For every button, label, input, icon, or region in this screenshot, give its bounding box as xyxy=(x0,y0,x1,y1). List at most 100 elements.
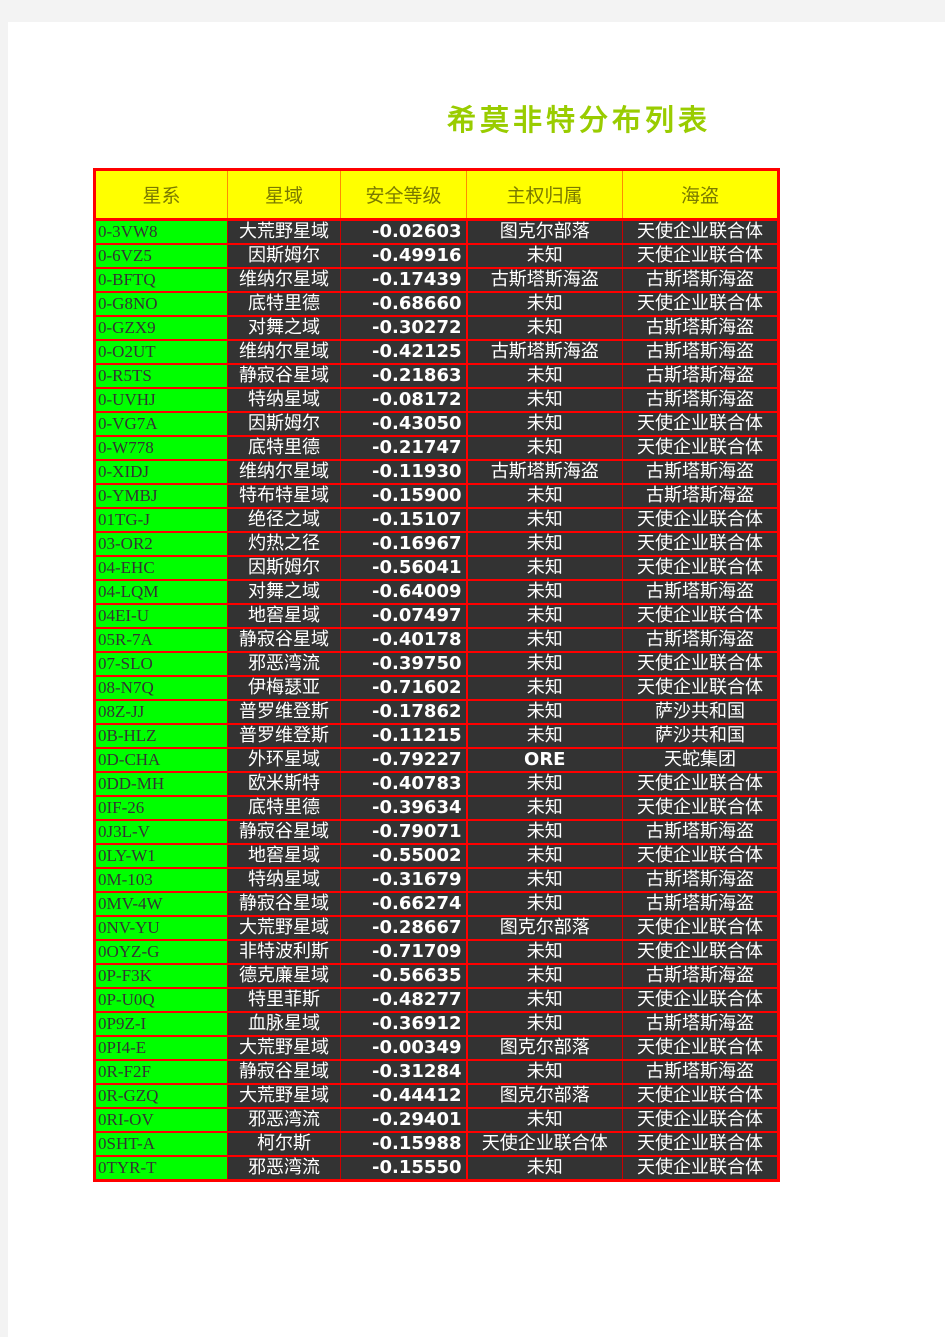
pirate-faction-cell: 天使企业联合体 xyxy=(622,796,779,821)
pirate-faction-cell: 天使企业联合体 xyxy=(622,1132,779,1157)
sovereignty-cell: 图克尔部落 xyxy=(466,1036,623,1061)
security-status-cell: -0.31284 xyxy=(340,1060,468,1085)
sovereignty-cell: 未知 xyxy=(466,628,623,653)
table-row: 0DD-MH 欧米斯特 -0.40783 未知 天使企业联合体 xyxy=(94,772,779,797)
table-row: 0-XIDJ 维纳尔星域 -0.11930 古斯塔斯海盗 古斯塔斯海盗 xyxy=(94,460,779,485)
security-status-cell: -0.79071 xyxy=(340,820,468,845)
system-cell: 0SHT-A xyxy=(94,1132,228,1157)
column-header-system: 星系 xyxy=(94,169,228,221)
region-cell: 伊梅瑟亚 xyxy=(227,676,341,701)
system-cell: 0R-GZQ xyxy=(94,1084,228,1109)
security-status-cell: -0.15900 xyxy=(340,484,468,509)
system-cell: 0RI-OV xyxy=(94,1108,228,1133)
security-status-cell: -0.66274 xyxy=(340,892,468,917)
system-cell: 0B-HLZ xyxy=(94,724,228,749)
table-row: 0-3VW8 大荒野星域 -0.02603 图克尔部落 天使企业联合体 xyxy=(94,219,779,245)
sovereignty-cell: 未知 xyxy=(466,796,623,821)
pirate-faction-cell: 天使企业联合体 xyxy=(622,916,779,941)
system-cell: 0J3L-V xyxy=(94,820,228,845)
security-status-cell: -0.21747 xyxy=(340,436,468,461)
security-status-cell: -0.15550 xyxy=(340,1156,468,1181)
security-status-cell: -0.71602 xyxy=(340,676,468,701)
system-cell: 0M-103 xyxy=(94,868,228,893)
table-row: 0-YMBJ 特布特星域 -0.15900 未知 古斯塔斯海盗 xyxy=(94,484,779,509)
sovereignty-cell: 未知 xyxy=(466,844,623,869)
system-cell: 0PI4-E xyxy=(94,1036,228,1061)
pirate-faction-cell: 天使企业联合体 xyxy=(622,219,779,245)
sovereignty-cell: 图克尔部落 xyxy=(466,219,623,245)
pirate-faction-cell: 古斯塔斯海盗 xyxy=(622,820,779,845)
pirate-faction-cell: 天使企业联合体 xyxy=(622,652,779,677)
security-status-cell: -0.28667 xyxy=(340,916,468,941)
pirate-faction-cell: 天使企业联合体 xyxy=(622,532,779,557)
system-cell: 04-EHC xyxy=(94,556,228,581)
table-row: 08-N7Q 伊梅瑟亚 -0.71602 未知 天使企业联合体 xyxy=(94,676,779,701)
pirate-faction-cell: 天使企业联合体 xyxy=(622,1036,779,1061)
region-cell: 德克廉星域 xyxy=(227,964,341,989)
system-cell: 0TYR-T xyxy=(94,1156,228,1181)
table-row: 0-W778 底特里德 -0.21747 未知 天使企业联合体 xyxy=(94,436,779,461)
sovereignty-cell: 未知 xyxy=(466,532,623,557)
sovereignty-cell: 未知 xyxy=(466,1060,623,1085)
pirate-faction-cell: 古斯塔斯海盗 xyxy=(622,268,779,293)
sovereignty-cell: 未知 xyxy=(466,724,623,749)
security-status-cell: -0.07497 xyxy=(340,604,468,629)
sovereignty-cell: 未知 xyxy=(466,604,623,629)
region-cell: 维纳尔星域 xyxy=(227,340,341,365)
region-cell: 柯尔斯 xyxy=(227,1132,341,1157)
table-row: 0J3L-V 静寂谷星域 -0.79071 未知 古斯塔斯海盗 xyxy=(94,820,779,845)
region-cell: 静寂谷星域 xyxy=(227,892,341,917)
sovereignty-cell: 未知 xyxy=(466,772,623,797)
system-cell: 0MV-4W xyxy=(94,892,228,917)
table-row: 0TYR-T 邪恶湾流 -0.15550 未知 天使企业联合体 xyxy=(94,1156,779,1181)
sovereignty-cell: 图克尔部落 xyxy=(466,1084,623,1109)
security-status-cell: -0.42125 xyxy=(340,340,468,365)
security-status-cell: -0.64009 xyxy=(340,580,468,605)
sovereignty-cell: 古斯塔斯海盗 xyxy=(466,340,623,365)
system-cell: 0-O2UT xyxy=(94,340,228,365)
system-cell: 0R-F2F xyxy=(94,1060,228,1085)
security-status-cell: -0.44412 xyxy=(340,1084,468,1109)
pirate-faction-cell: 萨沙共和国 xyxy=(622,724,779,749)
table-row: 0P-U0Q 特里菲斯 -0.48277 未知 天使企业联合体 xyxy=(94,988,779,1013)
column-header-pirates: 海盗 xyxy=(622,169,779,221)
pirate-faction-cell: 古斯塔斯海盗 xyxy=(622,460,779,485)
system-cell: 0OYZ-G xyxy=(94,940,228,965)
table-row: 0PI4-E 大荒野星域 -0.00349 图克尔部落 天使企业联合体 xyxy=(94,1036,779,1061)
pirate-faction-cell: 天使企业联合体 xyxy=(622,1156,779,1181)
column-header-sovereignty: 主权归属 xyxy=(466,169,623,221)
security-status-cell: -0.40783 xyxy=(340,772,468,797)
pirate-faction-cell: 古斯塔斯海盗 xyxy=(622,364,779,389)
pirate-faction-cell: 古斯塔斯海盗 xyxy=(622,1060,779,1085)
system-cell: 0-3VW8 xyxy=(94,219,228,245)
security-status-cell: -0.11215 xyxy=(340,724,468,749)
region-cell: 维纳尔星域 xyxy=(227,460,341,485)
pirate-faction-cell: 天使企业联合体 xyxy=(622,412,779,437)
sovereignty-cell: 未知 xyxy=(466,1012,623,1037)
pirate-faction-cell: 天使企业联合体 xyxy=(622,508,779,533)
pirate-faction-cell: 天使企业联合体 xyxy=(622,1108,779,1133)
table-row: 0D-CHA 外环星域 -0.79227 ORE 天蛇集团 xyxy=(94,748,779,773)
sovereignty-cell: 未知 xyxy=(466,676,623,701)
region-cell: 底特里德 xyxy=(227,796,341,821)
region-cell: 特布特星域 xyxy=(227,484,341,509)
pirate-faction-cell: 古斯塔斯海盗 xyxy=(622,892,779,917)
sovereignty-cell: 未知 xyxy=(466,820,623,845)
security-status-cell: -0.00349 xyxy=(340,1036,468,1061)
security-status-cell: -0.36912 xyxy=(340,1012,468,1037)
table-row: 04-EHC 因斯姆尔 -0.56041 未知 天使企业联合体 xyxy=(94,556,779,581)
sovereignty-cell: 未知 xyxy=(466,580,623,605)
column-header-security: 安全等级 xyxy=(340,169,467,221)
security-status-cell: -0.56635 xyxy=(340,964,468,989)
region-cell: 底特里德 xyxy=(227,292,341,317)
table-row: 0-O2UT 维纳尔星域 -0.42125 古斯塔斯海盗 古斯塔斯海盗 xyxy=(94,340,779,365)
region-cell: 静寂谷星域 xyxy=(227,1060,341,1085)
system-cell: 0D-CHA xyxy=(94,748,228,773)
table-row: 0-VG7A 因斯姆尔 -0.43050 未知 天使企业联合体 xyxy=(94,412,779,437)
security-status-cell: -0.30272 xyxy=(340,316,468,341)
region-cell: 血脉星域 xyxy=(227,1012,341,1037)
sovereignty-cell: 未知 xyxy=(466,940,623,965)
sovereignty-cell: 未知 xyxy=(466,892,623,917)
table-row: 0-BFTQ 维纳尔星域 -0.17439 古斯塔斯海盗 古斯塔斯海盗 xyxy=(94,268,779,293)
region-cell: 普罗维登斯 xyxy=(227,700,341,725)
